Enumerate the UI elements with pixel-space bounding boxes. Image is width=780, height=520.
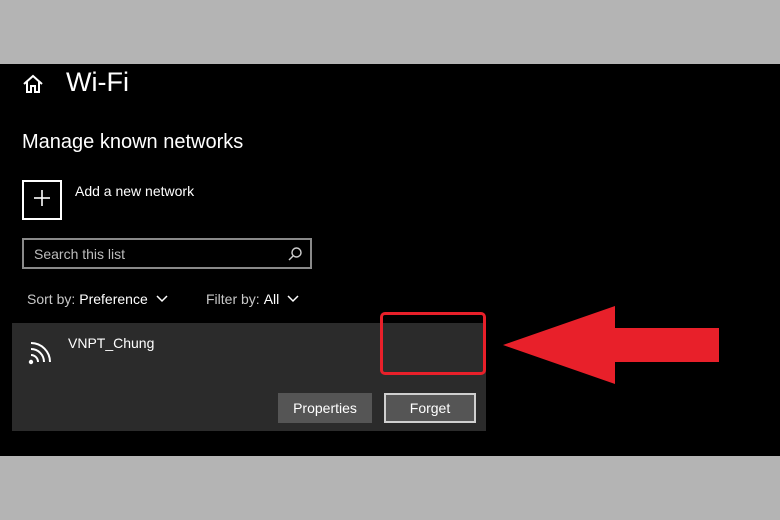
search-input[interactable] (34, 244, 274, 264)
filter-by-value: All (263, 291, 280, 307)
home-icon[interactable] (22, 73, 44, 95)
sort-by-dropdown[interactable]: Sort by: Preference (27, 291, 168, 307)
search-icon[interactable] (287, 246, 303, 262)
search-box[interactable] (22, 238, 312, 269)
forget-highlight-box (380, 312, 486, 375)
forget-button[interactable]: Forget (384, 393, 476, 423)
add-network-button[interactable] (22, 180, 62, 220)
settings-window: Wi-Fi Manage known networks Add a new ne… (0, 64, 780, 456)
chevron-down-icon (156, 295, 168, 303)
plus-icon (32, 188, 52, 213)
red-arrow-icon (503, 306, 719, 384)
sort-by-label: Sort by: (27, 291, 76, 307)
filter-by-dropdown[interactable]: Filter by: All (206, 291, 299, 307)
chevron-down-icon (287, 295, 299, 303)
add-network-label[interactable]: Add a new network (75, 183, 194, 199)
sort-by-value: Preference (79, 291, 148, 307)
filter-by-label: Filter by: (206, 291, 260, 307)
page-title: Wi-Fi (66, 67, 129, 97)
wifi-icon (26, 341, 56, 367)
section-title: Manage known networks (22, 131, 244, 153)
properties-button[interactable]: Properties (278, 393, 372, 423)
network-name: VNPT_Chung (68, 335, 155, 351)
